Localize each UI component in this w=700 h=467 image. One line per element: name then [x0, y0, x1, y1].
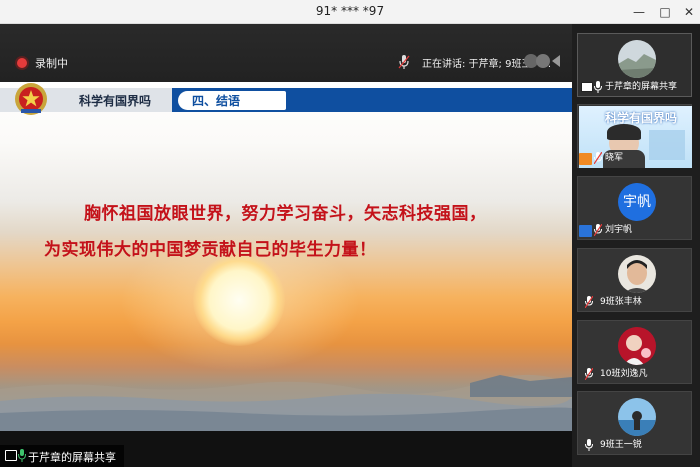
- participant-tile[interactable]: 10班刘逸凡: [577, 320, 692, 384]
- participant-avatar: [618, 398, 656, 436]
- minimize-button[interactable]: —: [630, 3, 648, 21]
- recording-label: 录制中: [35, 57, 68, 70]
- participant-tile[interactable]: 科学有国界吗 晓军: [577, 104, 692, 168]
- user-icon: [579, 153, 592, 165]
- participant-initials-avatar: 宇帆: [618, 183, 656, 221]
- participant-name: 于芹章的屏幕共享: [605, 82, 678, 92]
- participant-name: 刘宇帆: [605, 225, 633, 235]
- section-label: 四、结语: [192, 94, 241, 108]
- participant-tile[interactable]: 于芹章的屏幕共享: [577, 33, 692, 97]
- screen-share-view: 录制中 正在讲话: 于芹章; 9班王一... 科学有国界吗 四、结语 胸怀祖国放…: [0, 24, 572, 467]
- emblem-icon: [15, 83, 47, 115]
- microphone-muted-icon: [585, 368, 593, 380]
- slogan-line-2: 为实现伟大的中国梦贡献自己的毕生力量！: [44, 240, 377, 260]
- cloud-sea-image: [0, 374, 572, 431]
- participant-name: 9班张丰林: [600, 297, 642, 307]
- microphone-icon: [585, 439, 593, 451]
- microphone-icon: [398, 55, 410, 69]
- participant-tile[interactable]: 宇帆 刘宇帆: [577, 176, 692, 240]
- participant-name: 9班王一锐: [600, 440, 642, 450]
- sun-image: [193, 254, 285, 346]
- screen-share-label: 于芹章的屏幕共享: [28, 451, 116, 464]
- participant-tile[interactable]: 9班张丰林: [577, 248, 692, 312]
- screen-share-icon: [5, 450, 17, 461]
- speaker-avatars-icon: [524, 54, 560, 68]
- presentation-slide: 科学有国界吗 四、结语 胸怀祖国放眼世界，努力学习奋斗，矢志科技强国， 为实现伟…: [0, 82, 572, 431]
- recording-icon: [17, 58, 27, 68]
- microphone-icon: [18, 449, 26, 462]
- participant-name: 10班刘逸凡: [600, 369, 648, 379]
- slide-header-title: 科学有国界吗: [79, 94, 152, 108]
- maximize-button[interactable]: □: [656, 3, 674, 21]
- user-icon: [579, 225, 592, 237]
- participant-tile[interactable]: 9班王一锐: [577, 391, 692, 455]
- microphone-muted-icon: [585, 296, 593, 308]
- microphone-muted-icon: [594, 224, 602, 236]
- participant-avatar: [618, 327, 656, 365]
- participant-avatar: [618, 255, 656, 293]
- participant-avatar: [618, 40, 656, 78]
- participant-panel: 于芹章的屏幕共享 科学有国界吗 晓军 宇帆 刘宇帆 9班张丰林 10班刘逸凡 9…: [572, 24, 700, 467]
- video-overlay-title: 科学有国界吗: [605, 111, 678, 125]
- microphone-icon: [594, 81, 602, 93]
- screen-share-label-bar: 于芹章的屏幕共享: [0, 445, 124, 467]
- screen-share-icon: [581, 82, 593, 92]
- participant-name: 晓军: [605, 153, 624, 163]
- slogan-line-1: 胸怀祖国放眼世界，努力学习奋斗，矢志科技强国，: [84, 204, 487, 224]
- meeting-topbar: 录制中 正在讲话: 于芹章; 9班王一...: [0, 24, 572, 82]
- microphone-muted-icon: [594, 152, 602, 164]
- close-button[interactable]: ✕: [680, 3, 698, 21]
- window-title: 91* *** *97: [315, 4, 385, 18]
- window-titlebar: 91* *** *97 — □ ✕: [0, 0, 700, 24]
